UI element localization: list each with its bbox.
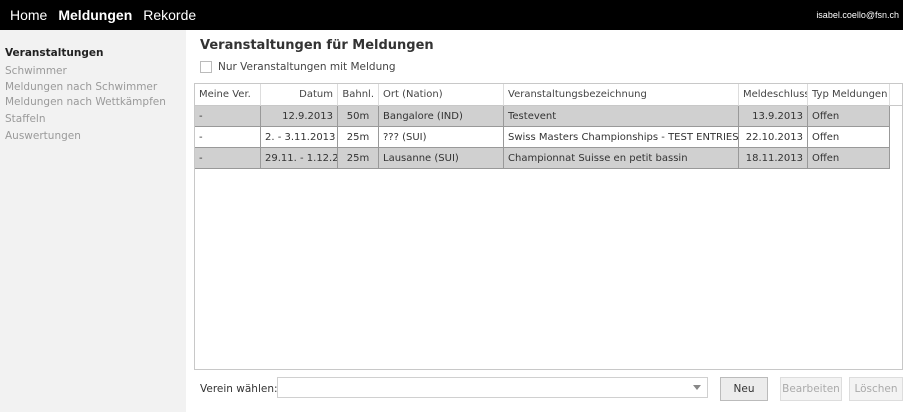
- nav-home[interactable]: Home: [10, 7, 47, 23]
- events-table: Meine Ver. Datum Bahnl. Ort (Nation) Ver…: [194, 83, 903, 370]
- cell-meldeschluss: 13.9.2013: [739, 106, 808, 127]
- sidebar-item-meldungen-nach-schwimmer[interactable]: Meldungen nach Schwimmer: [5, 81, 157, 93]
- club-select[interactable]: [277, 377, 708, 398]
- sidebar-item-schwimmer[interactable]: Schwimmer: [5, 65, 67, 77]
- only-with-entries-label[interactable]: Nur Veranstaltungen mit Meldung: [218, 61, 396, 73]
- cell-meldeschluss: 22.10.2013: [739, 127, 808, 148]
- sidebar-item-veranstaltungen[interactable]: Veranstaltungen: [5, 47, 103, 59]
- cell-ort: Lausanne (SUI): [379, 148, 504, 169]
- top-bar: Home Meldungen Rekorde isabel.coello@fsn…: [0, 0, 903, 30]
- cell-meine-ver: -: [195, 106, 261, 127]
- new-button[interactable]: Neu: [720, 377, 768, 401]
- sidebar: Veranstaltungen Schwimmer Meldungen nach…: [0, 30, 186, 412]
- nav-meldungen[interactable]: Meldungen: [58, 7, 132, 23]
- cell-ort: Bangalore (IND): [379, 106, 504, 127]
- cell-bahnl: 25m: [338, 148, 379, 169]
- page-title: Veranstaltungen für Meldungen: [200, 38, 434, 53]
- only-with-entries-checkbox[interactable]: [200, 61, 212, 73]
- cell-meine-ver: -: [195, 148, 261, 169]
- column-header-meldeschluss[interactable]: Meldeschluss: [739, 84, 808, 106]
- cell-bezeichnung: Swiss Masters Championships - TEST ENTRI…: [504, 127, 739, 148]
- cell-datum: 2. - 3.11.2013: [261, 127, 338, 148]
- column-header-filler: [890, 84, 903, 106]
- column-header-typ-meldungen[interactable]: Typ Meldungen: [808, 84, 890, 106]
- cell-datum: 29.11. - 1.12.201: [261, 148, 338, 169]
- cell-bezeichnung: Testevent: [504, 106, 739, 127]
- top-nav: Home Meldungen Rekorde: [10, 0, 196, 30]
- user-email[interactable]: isabel.coello@fsn.ch: [816, 0, 899, 30]
- nav-rekorde[interactable]: Rekorde: [143, 7, 196, 23]
- sidebar-item-auswertungen[interactable]: Auswertungen: [5, 130, 81, 142]
- sidebar-item-staffeln[interactable]: Staffeln: [5, 113, 45, 125]
- edit-button[interactable]: Bearbeiten: [780, 377, 842, 401]
- cell-meldeschluss: 18.11.2013: [739, 148, 808, 169]
- cell-bezeichnung: Championnat Suisse en petit bassin: [504, 148, 739, 169]
- cell-typ: Offen: [808, 106, 890, 127]
- table-row[interactable]: - 12.9.2013 50m Bangalore (IND) Testeven…: [195, 106, 890, 127]
- table-row[interactable]: - 29.11. - 1.12.201 25m Lausanne (SUI) C…: [195, 148, 890, 169]
- sidebar-item-meldungen-nach-wettkaempfen[interactable]: Meldungen nach Wettkämpfen: [5, 96, 166, 108]
- column-header-bezeichnung[interactable]: Veranstaltungsbezeichnung: [504, 84, 739, 106]
- column-header-datum[interactable]: Datum: [261, 84, 338, 106]
- filter-row: Nur Veranstaltungen mit Meldung: [200, 61, 396, 73]
- delete-button[interactable]: Löschen: [849, 377, 903, 401]
- cell-datum: 12.9.2013: [261, 106, 338, 127]
- cell-bahnl: 25m: [338, 127, 379, 148]
- table-row[interactable]: - 2. - 3.11.2013 25m ??? (SUI) Swiss Mas…: [195, 127, 890, 148]
- club-select-label: Verein wählen:: [200, 383, 278, 395]
- cell-typ: Offen: [808, 148, 890, 169]
- cell-bahnl: 50m: [338, 106, 379, 127]
- column-header-ort[interactable]: Ort (Nation): [379, 84, 504, 106]
- cell-meine-ver: -: [195, 127, 261, 148]
- chevron-down-icon[interactable]: [693, 385, 701, 390]
- cell-ort: ??? (SUI): [379, 127, 504, 148]
- column-header-meine-ver[interactable]: Meine Ver.: [195, 84, 261, 106]
- cell-typ: Offen: [808, 127, 890, 148]
- column-header-bahnl[interactable]: Bahnl.: [338, 84, 379, 106]
